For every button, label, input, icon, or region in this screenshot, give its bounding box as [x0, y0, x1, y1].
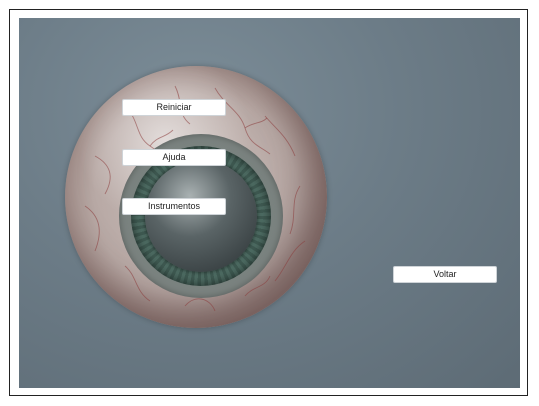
game-viewport: Reiniciar Ajuda Instrumentos Voltar [19, 18, 520, 388]
instruments-button[interactable]: Instrumentos [122, 198, 226, 215]
back-button[interactable]: Voltar [393, 266, 497, 283]
iris [131, 146, 271, 286]
restart-button[interactable]: Reiniciar [122, 99, 226, 116]
pupil-lens [145, 160, 257, 272]
help-button[interactable]: Ajuda [122, 149, 226, 166]
